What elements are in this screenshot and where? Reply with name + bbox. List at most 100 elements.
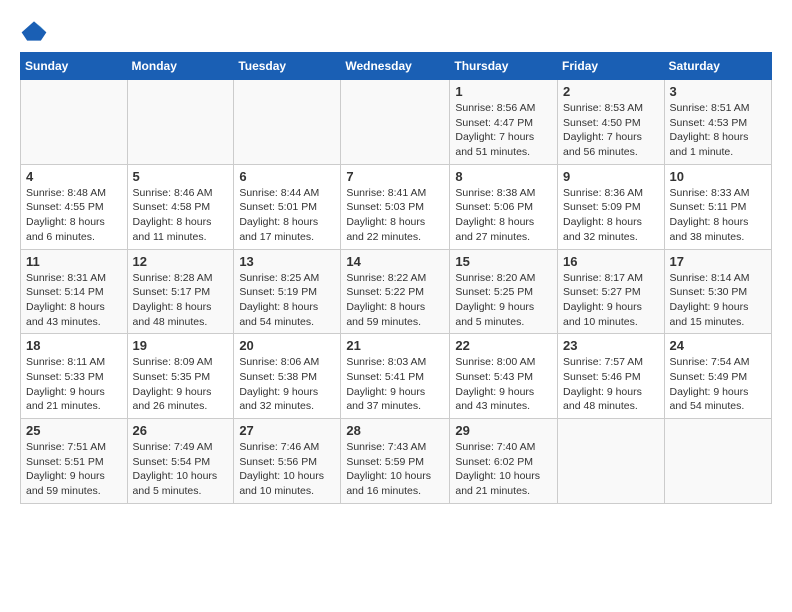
- day-info: Sunrise: 8:28 AM Sunset: 5:17 PM Dayligh…: [133, 271, 229, 330]
- day-info: Sunrise: 7:40 AM Sunset: 6:02 PM Dayligh…: [455, 440, 552, 499]
- calendar-cell: 2 Sunrise: 8:53 AM Sunset: 4:50 PM Daylig…: [558, 80, 665, 165]
- calendar-cell: 15 Sunrise: 8:20 AM Sunset: 5:25 PM Dayli…: [450, 249, 558, 334]
- week-row-2: 4 Sunrise: 8:48 AM Sunset: 4:55 PM Daylig…: [21, 164, 772, 249]
- calendar-cell: 17 Sunrise: 8:14 AM Sunset: 5:30 PM Dayli…: [664, 249, 771, 334]
- calendar-body: 1Sunrise: 8:56 AM Sunset: 4:47 PM Daylig…: [21, 80, 772, 504]
- calendar-cell: 21 Sunrise: 8:03 AM Sunset: 5:41 PM Dayli…: [341, 334, 450, 419]
- day-number: 21: [346, 338, 444, 353]
- calendar-cell: [21, 80, 128, 165]
- day-info: Sunrise: 8:48 AM Sunset: 4:55 PM Dayligh…: [26, 186, 122, 245]
- calendar-cell: 5 Sunrise: 8:46 AM Sunset: 4:58 PM Daylig…: [127, 164, 234, 249]
- calendar-cell: 14 Sunrise: 8:22 AM Sunset: 5:22 PM Dayli…: [341, 249, 450, 334]
- day-info: Sunrise: 8:44 AM Sunset: 5:01 PM Dayligh…: [239, 186, 335, 245]
- day-number: 28: [346, 423, 444, 438]
- day-number: 20: [239, 338, 335, 353]
- calendar-cell: 1Sunrise: 8:56 AM Sunset: 4:47 PM Daylig…: [450, 80, 558, 165]
- day-number: 8: [455, 169, 552, 184]
- calendar-cell: 9Sunrise: 8:36 AM Sunset: 5:09 PM Daylig…: [558, 164, 665, 249]
- day-number: 14: [346, 254, 444, 269]
- calendar-cell: 28 Sunrise: 7:43 AM Sunset: 5:59 PM Dayli…: [341, 419, 450, 504]
- calendar-cell: 3 Sunrise: 8:51 AM Sunset: 4:53 PM Daylig…: [664, 80, 771, 165]
- calendar-cell: 23 Sunrise: 7:57 AM Sunset: 5:46 PM Dayli…: [558, 334, 665, 419]
- day-info: Sunrise: 8:31 AM Sunset: 5:14 PM Dayligh…: [26, 271, 122, 330]
- day-number: 15: [455, 254, 552, 269]
- day-number: 2: [563, 84, 659, 99]
- week-row-5: 25Sunrise: 7:51 AM Sunset: 5:51 PM Dayli…: [21, 419, 772, 504]
- header-sunday: Sunday: [21, 53, 128, 80]
- day-info: Sunrise: 8:20 AM Sunset: 5:25 PM Dayligh…: [455, 271, 552, 330]
- day-info: Sunrise: 8:51 AM Sunset: 4:53 PM Dayligh…: [670, 101, 766, 160]
- calendar-cell: [127, 80, 234, 165]
- day-number: 12: [133, 254, 229, 269]
- header: [20, 20, 772, 42]
- day-info: Sunrise: 8:41 AM Sunset: 5:03 PM Dayligh…: [346, 186, 444, 245]
- calendar-cell: 29 Sunrise: 7:40 AM Sunset: 6:02 PM Dayli…: [450, 419, 558, 504]
- day-info: Sunrise: 7:43 AM Sunset: 5:59 PM Dayligh…: [346, 440, 444, 499]
- header-thursday: Thursday: [450, 53, 558, 80]
- calendar-cell: 7 Sunrise: 8:41 AM Sunset: 5:03 PM Daylig…: [341, 164, 450, 249]
- day-info: Sunrise: 8:53 AM Sunset: 4:50 PM Dayligh…: [563, 101, 659, 160]
- day-info: Sunrise: 8:11 AM Sunset: 5:33 PM Dayligh…: [26, 355, 122, 414]
- calendar-cell: 20 Sunrise: 8:06 AM Sunset: 5:38 PM Dayli…: [234, 334, 341, 419]
- day-info: Sunrise: 7:46 AM Sunset: 5:56 PM Dayligh…: [239, 440, 335, 499]
- day-number: 6: [239, 169, 335, 184]
- calendar-cell: 24Sunrise: 7:54 AM Sunset: 5:49 PM Dayli…: [664, 334, 771, 419]
- calendar-cell: 11 Sunrise: 8:31 AM Sunset: 5:14 PM Dayli…: [21, 249, 128, 334]
- day-number: 27: [239, 423, 335, 438]
- calendar-cell: [558, 419, 665, 504]
- day-info: Sunrise: 8:17 AM Sunset: 5:27 PM Dayligh…: [563, 271, 659, 330]
- day-number: 26: [133, 423, 229, 438]
- header-row: SundayMondayTuesdayWednesdayThursdayFrid…: [21, 53, 772, 80]
- week-row-3: 11 Sunrise: 8:31 AM Sunset: 5:14 PM Dayli…: [21, 249, 772, 334]
- week-row-1: 1Sunrise: 8:56 AM Sunset: 4:47 PM Daylig…: [21, 80, 772, 165]
- day-info: Sunrise: 7:57 AM Sunset: 5:46 PM Dayligh…: [563, 355, 659, 414]
- day-number: 4: [26, 169, 122, 184]
- calendar-cell: 19 Sunrise: 8:09 AM Sunset: 5:35 PM Dayli…: [127, 334, 234, 419]
- calendar-cell: 27 Sunrise: 7:46 AM Sunset: 5:56 PM Dayli…: [234, 419, 341, 504]
- day-number: 10: [670, 169, 766, 184]
- calendar-cell: [664, 419, 771, 504]
- calendar-table: SundayMondayTuesdayWednesdayThursdayFrid…: [20, 52, 772, 504]
- calendar-cell: 16 Sunrise: 8:17 AM Sunset: 5:27 PM Dayli…: [558, 249, 665, 334]
- calendar-cell: 8 Sunrise: 8:38 AM Sunset: 5:06 PM Daylig…: [450, 164, 558, 249]
- header-saturday: Saturday: [664, 53, 771, 80]
- day-info: Sunrise: 8:09 AM Sunset: 5:35 PM Dayligh…: [133, 355, 229, 414]
- header-friday: Friday: [558, 53, 665, 80]
- logo: [20, 20, 52, 42]
- calendar-cell: 6 Sunrise: 8:44 AM Sunset: 5:01 PM Daylig…: [234, 164, 341, 249]
- week-row-4: 18 Sunrise: 8:11 AM Sunset: 5:33 PM Dayli…: [21, 334, 772, 419]
- calendar-cell: [341, 80, 450, 165]
- day-info: Sunrise: 8:14 AM Sunset: 5:30 PM Dayligh…: [670, 271, 766, 330]
- day-number: 11: [26, 254, 122, 269]
- day-info: Sunrise: 8:36 AM Sunset: 5:09 PM Dayligh…: [563, 186, 659, 245]
- calendar-header: SundayMondayTuesdayWednesdayThursdayFrid…: [21, 53, 772, 80]
- day-info: Sunrise: 7:54 AM Sunset: 5:49 PM Dayligh…: [670, 355, 766, 414]
- header-monday: Monday: [127, 53, 234, 80]
- day-number: 25: [26, 423, 122, 438]
- day-number: 16: [563, 254, 659, 269]
- day-info: Sunrise: 8:00 AM Sunset: 5:43 PM Dayligh…: [455, 355, 552, 414]
- day-number: 19: [133, 338, 229, 353]
- day-number: 3: [670, 84, 766, 99]
- day-info: Sunrise: 8:06 AM Sunset: 5:38 PM Dayligh…: [239, 355, 335, 414]
- day-number: 22: [455, 338, 552, 353]
- calendar-cell: 25Sunrise: 7:51 AM Sunset: 5:51 PM Dayli…: [21, 419, 128, 504]
- day-number: 18: [26, 338, 122, 353]
- calendar-cell: 18 Sunrise: 8:11 AM Sunset: 5:33 PM Dayli…: [21, 334, 128, 419]
- day-info: Sunrise: 8:22 AM Sunset: 5:22 PM Dayligh…: [346, 271, 444, 330]
- header-tuesday: Tuesday: [234, 53, 341, 80]
- day-info: Sunrise: 8:38 AM Sunset: 5:06 PM Dayligh…: [455, 186, 552, 245]
- day-number: 17: [670, 254, 766, 269]
- calendar-cell: 4 Sunrise: 8:48 AM Sunset: 4:55 PM Daylig…: [21, 164, 128, 249]
- day-info: Sunrise: 8:33 AM Sunset: 5:11 PM Dayligh…: [670, 186, 766, 245]
- day-number: 1: [455, 84, 552, 99]
- day-number: 5: [133, 169, 229, 184]
- day-info: Sunrise: 8:03 AM Sunset: 5:41 PM Dayligh…: [346, 355, 444, 414]
- day-number: 29: [455, 423, 552, 438]
- day-info: Sunrise: 7:49 AM Sunset: 5:54 PM Dayligh…: [133, 440, 229, 499]
- day-number: 23: [563, 338, 659, 353]
- day-number: 7: [346, 169, 444, 184]
- calendar-cell: [234, 80, 341, 165]
- day-info: Sunrise: 8:46 AM Sunset: 4:58 PM Dayligh…: [133, 186, 229, 245]
- logo-icon: [20, 20, 48, 42]
